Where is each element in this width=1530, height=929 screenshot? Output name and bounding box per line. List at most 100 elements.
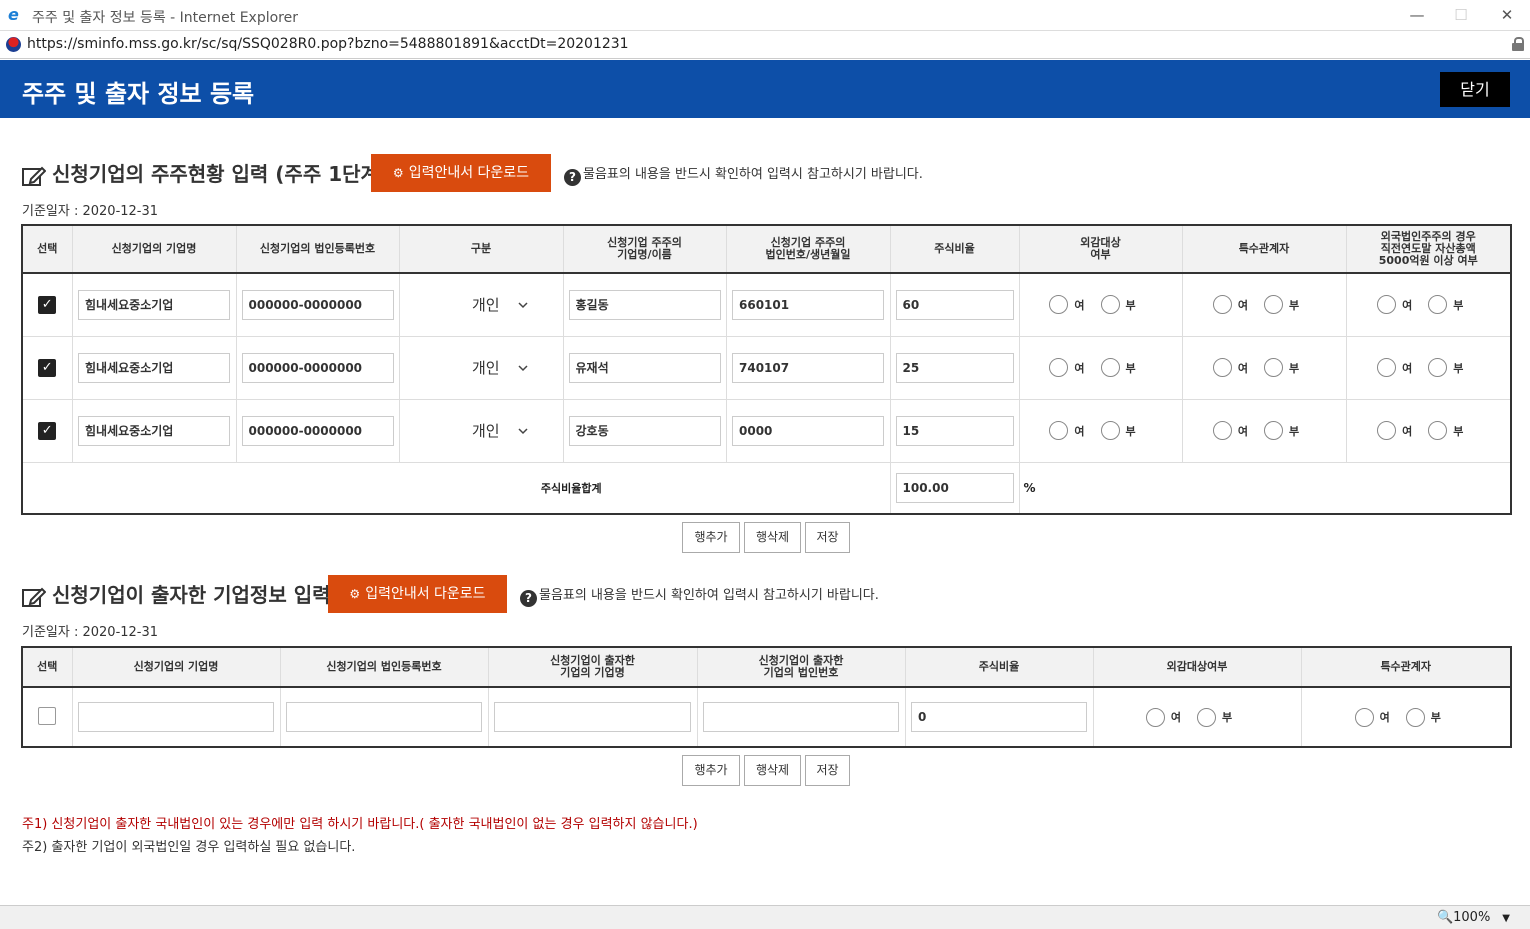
foreign-yes-radio[interactable] bbox=[1377, 421, 1397, 440]
zoom-control[interactable]: 🔍100% ▼ bbox=[1437, 910, 1510, 925]
type-select[interactable]: 개인 bbox=[416, 353, 546, 383]
audit-radio-group: 여부 bbox=[1092, 687, 1301, 748]
foreign-no-radio[interactable] bbox=[1428, 421, 1448, 440]
related-yes-radio[interactable] bbox=[1212, 421, 1232, 440]
audit-yes-radio[interactable] bbox=[1145, 707, 1165, 727]
minimize-button[interactable]: — bbox=[1402, 4, 1432, 26]
holder-no-input[interactable] bbox=[732, 415, 884, 446]
related-no-radio[interactable] bbox=[1264, 358, 1283, 377]
audit-no-radio[interactable] bbox=[1100, 295, 1120, 315]
ratio-input[interactable] bbox=[895, 415, 1014, 446]
holder-name-input[interactable] bbox=[568, 289, 721, 320]
related-no-radio[interactable] bbox=[1264, 421, 1283, 440]
close-button[interactable]: 닫기 bbox=[1440, 72, 1510, 107]
note-2: 주2) 출자한 기업이 외국법인일 경우 입력하실 필요 없습니다. bbox=[22, 840, 356, 855]
related-yes-radio[interactable] bbox=[1354, 707, 1374, 727]
holder-name-input[interactable] bbox=[568, 352, 721, 383]
radio-no-label: 부 bbox=[1222, 711, 1233, 724]
table-row: ✓개인여부여부여부 bbox=[22, 399, 1511, 463]
audit-no-radio[interactable] bbox=[1100, 421, 1120, 440]
column-header: 신청기업의 법인등록번호 bbox=[235, 225, 399, 274]
company-name-input[interactable] bbox=[78, 702, 274, 732]
radio-no-label: 부 bbox=[1453, 298, 1464, 312]
gear-icon: ⚙ bbox=[349, 587, 361, 601]
related-yes-radio[interactable] bbox=[1212, 358, 1232, 377]
url-text[interactable]: https://sminfo.mss.go.kr/sc/sq/SSQ028R0.… bbox=[27, 36, 629, 52]
radio-yes-label: 여 bbox=[1237, 361, 1248, 375]
section1-help: ? 물음표의 내용을 반드시 확인하여 입력시 참고하시기 바랍니다. bbox=[564, 163, 923, 186]
lock-icon[interactable] bbox=[1512, 37, 1524, 51]
note-1: 주1) 신청기업이 출자한 국내법인이 있는 경우에만 입력 하시기 바랍니다.… bbox=[22, 817, 698, 832]
foreign-yes-radio[interactable] bbox=[1377, 295, 1397, 315]
audit-no-radio[interactable] bbox=[1197, 707, 1216, 727]
corp-no-input[interactable] bbox=[241, 352, 394, 383]
save-button[interactable]: 저장 bbox=[805, 522, 850, 553]
radio-yes-label: 여 bbox=[1402, 361, 1413, 375]
section2-base-date: 기준일자 : 2020-12-31 bbox=[22, 625, 159, 640]
audit-yes-radio[interactable] bbox=[1049, 421, 1069, 440]
related-no-radio[interactable] bbox=[1264, 295, 1283, 315]
help-icon[interactable]: ? bbox=[520, 590, 537, 607]
delete-row-button[interactable]: 행삭제 bbox=[744, 522, 801, 553]
column-header: 선택 bbox=[22, 647, 72, 688]
ratio-input[interactable] bbox=[895, 352, 1014, 383]
page-title: 주주 및 출자 정보 등록 bbox=[22, 80, 255, 108]
audit-no-radio[interactable] bbox=[1100, 358, 1120, 377]
holder-no-input[interactable] bbox=[732, 289, 884, 320]
company-name-input[interactable] bbox=[78, 415, 230, 446]
type-select[interactable]: 개인 bbox=[416, 290, 546, 320]
edit-icon bbox=[22, 587, 46, 607]
radio-yes-label: 여 bbox=[1074, 361, 1085, 375]
delete-row-button[interactable]: 행삭제 bbox=[744, 755, 801, 786]
column-header: 주식비율 bbox=[889, 225, 1019, 274]
add-row-button[interactable]: 행추가 bbox=[682, 522, 740, 553]
foreign-no-radio[interactable] bbox=[1428, 295, 1448, 315]
ratio-input[interactable] bbox=[911, 702, 1087, 732]
company-name-input[interactable] bbox=[78, 289, 230, 320]
row-checkbox[interactable] bbox=[38, 706, 57, 725]
close-window-button[interactable]: ✕ bbox=[1492, 4, 1522, 26]
related-yes-radio[interactable] bbox=[1212, 295, 1232, 315]
foreign-no-radio[interactable] bbox=[1428, 358, 1448, 377]
investee-corp-no-input[interactable] bbox=[703, 702, 899, 732]
holder-name-input[interactable] bbox=[568, 415, 721, 446]
section1-help-text: 물음표의 내용을 반드시 확인하여 입력시 참고하시기 바랍니다. bbox=[583, 167, 923, 182]
column-header: 외감대상 여부 bbox=[1018, 225, 1182, 274]
section1-download-button[interactable]: ⚙ 입력안내서 다운로드 bbox=[371, 154, 551, 192]
section2-download-label: 입력안내서 다운로드 bbox=[365, 586, 486, 602]
radio-no-label: 부 bbox=[1289, 424, 1300, 438]
corp-no-input[interactable] bbox=[286, 702, 482, 732]
address-bar[interactable]: https://sminfo.mss.go.kr/sc/sq/SSQ028R0.… bbox=[0, 31, 1530, 59]
corp-no-input[interactable] bbox=[241, 415, 394, 446]
column-header: 신청기업이 출자한 기업의 법인번호 bbox=[696, 647, 905, 688]
row-checkbox[interactable]: ✓ bbox=[38, 421, 57, 440]
section2-download-button[interactable]: ⚙ 입력안내서 다운로드 bbox=[328, 575, 507, 613]
audit-yes-radio[interactable] bbox=[1049, 358, 1069, 377]
type-select-value: 개인 bbox=[472, 421, 500, 440]
foreign-yes-radio[interactable] bbox=[1377, 358, 1397, 377]
total-ratio-input[interactable] bbox=[895, 472, 1014, 503]
related-no-radio[interactable] bbox=[1405, 707, 1425, 727]
column-header: 신청기업의 법인등록번호 bbox=[279, 647, 488, 688]
company-name-input[interactable] bbox=[78, 352, 230, 383]
section2-title: 신청기업이 출자한 기업정보 입력 bbox=[52, 583, 331, 607]
help-icon[interactable]: ? bbox=[564, 169, 581, 186]
maximize-button[interactable]: ☐ bbox=[1446, 4, 1476, 26]
total-label: 주식비율합계 bbox=[540, 481, 602, 495]
radio-no-label: 부 bbox=[1289, 298, 1300, 312]
page-header: 주주 및 출자 정보 등록 닫기 bbox=[0, 60, 1530, 118]
investee-name-input[interactable] bbox=[494, 702, 691, 732]
zoom-icon: 🔍 bbox=[1436, 910, 1454, 925]
type-select[interactable]: 개인 bbox=[416, 416, 546, 446]
foreign-radio-group: 여부 bbox=[1345, 399, 1511, 463]
row-checkbox[interactable]: ✓ bbox=[38, 295, 57, 314]
ratio-input[interactable] bbox=[895, 289, 1014, 320]
gear-icon: ⚙ bbox=[392, 166, 404, 180]
audit-yes-radio[interactable] bbox=[1049, 295, 1069, 315]
row-checkbox[interactable]: ✓ bbox=[38, 358, 57, 377]
save-button[interactable]: 저장 bbox=[805, 755, 850, 786]
corp-no-input[interactable] bbox=[241, 289, 394, 320]
holder-no-input[interactable] bbox=[732, 352, 884, 383]
add-row-button[interactable]: 행추가 bbox=[682, 755, 740, 786]
audit-radio-group: 여부 bbox=[1018, 399, 1182, 463]
